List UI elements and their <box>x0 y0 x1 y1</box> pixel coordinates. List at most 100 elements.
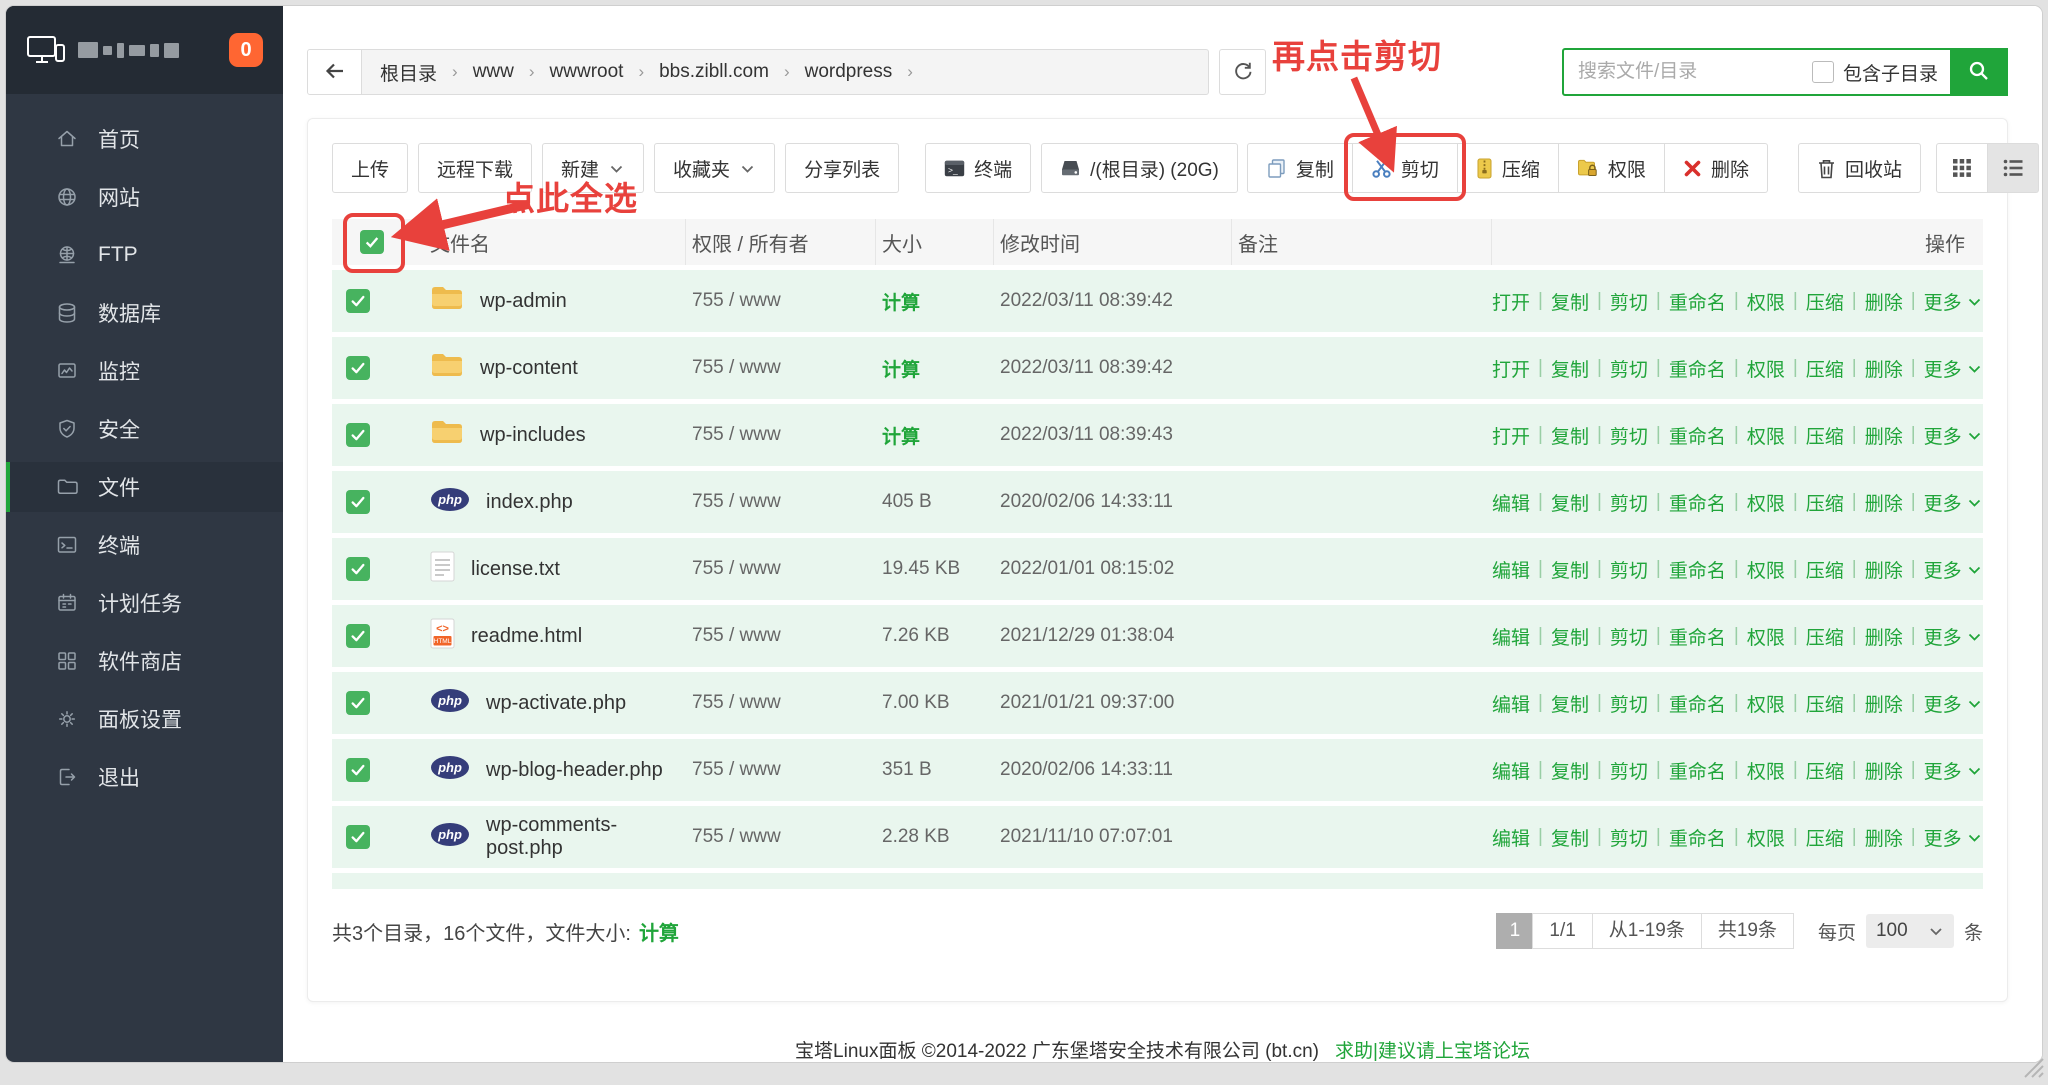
action-link[interactable]: 编辑 <box>1492 623 1530 650</box>
row-checkbox[interactable] <box>346 691 370 715</box>
view-grid-button[interactable] <box>1936 143 1988 193</box>
row-checkbox[interactable] <box>346 289 370 313</box>
action-link[interactable]: 剪切 <box>1610 623 1648 650</box>
action-link[interactable]: 压缩 <box>1806 824 1844 851</box>
action-link[interactable]: 复制 <box>1551 556 1589 583</box>
action-link[interactable]: 打开 <box>1492 422 1530 449</box>
action-link[interactable]: 剪切 <box>1610 690 1648 717</box>
copy-button[interactable]: 复制 <box>1247 143 1353 193</box>
action-link[interactable]: 删除 <box>1865 556 1903 583</box>
sidebar-item-database[interactable]: 数据库 <box>6 288 283 338</box>
action-link[interactable]: 权限 <box>1747 422 1785 449</box>
favorites-button[interactable]: 收藏夹 <box>654 143 775 193</box>
disk-button[interactable]: /(根目录) (20G) <box>1041 143 1238 193</box>
action-link[interactable]: 压缩 <box>1806 422 1844 449</box>
include-subdir-checkbox[interactable] <box>1812 61 1834 83</box>
row-checkbox[interactable] <box>346 825 370 849</box>
action-link[interactable]: 权限 <box>1747 355 1785 382</box>
action-link[interactable]: 压缩 <box>1806 757 1844 784</box>
action-link[interactable]: 重命名 <box>1669 355 1726 382</box>
action-link[interactable]: 复制 <box>1551 489 1589 516</box>
action-link[interactable]: 剪切 <box>1610 824 1648 851</box>
row-checkbox[interactable] <box>346 557 370 581</box>
action-link[interactable]: 权限 <box>1747 690 1785 717</box>
action-link[interactable]: 剪切 <box>1610 422 1648 449</box>
sidebar-item-terminal[interactable]: 终端 <box>6 520 283 570</box>
sidebar-item-home[interactable]: 首页 <box>6 114 283 164</box>
row-checkbox[interactable] <box>346 356 370 380</box>
action-link[interactable]: 删除 <box>1865 757 1903 784</box>
row-checkbox[interactable] <box>346 423 370 447</box>
file-name[interactable]: <>HTMLreadme.html <box>424 618 686 655</box>
permission-button[interactable]: 权限 <box>1558 143 1665 193</box>
action-link[interactable]: 编辑 <box>1492 824 1530 851</box>
search-button[interactable] <box>1950 48 2008 96</box>
recycle-bin-button[interactable]: 回收站 <box>1798 143 1921 193</box>
file-name[interactable]: wp-content <box>424 351 686 385</box>
action-link[interactable]: 压缩 <box>1806 690 1844 717</box>
action-link[interactable]: 剪切 <box>1610 757 1648 784</box>
action-link[interactable]: 复制 <box>1551 422 1589 449</box>
row-checkbox[interactable] <box>346 624 370 648</box>
more-actions-link[interactable]: 更多 <box>1924 355 1983 382</box>
share-list-button[interactable]: 分享列表 <box>785 143 899 193</box>
sidebar-item-monitor[interactable]: 监控 <box>6 346 283 396</box>
action-link[interactable]: 删除 <box>1865 355 1903 382</box>
action-link[interactable]: 权限 <box>1747 824 1785 851</box>
action-link[interactable]: 编辑 <box>1492 489 1530 516</box>
more-actions-link[interactable]: 更多 <box>1924 690 1983 717</box>
action-link[interactable]: 打开 <box>1492 288 1530 315</box>
file-name[interactable]: phpindex.php <box>424 487 686 518</box>
sidebar-item-logout[interactable]: 退出 <box>6 752 283 802</box>
more-actions-link[interactable]: 更多 <box>1924 824 1983 851</box>
calc-size-link[interactable]: 计算 <box>639 923 679 945</box>
action-link[interactable]: 重命名 <box>1669 556 1726 583</box>
action-link[interactable]: 删除 <box>1865 690 1903 717</box>
action-link[interactable]: 删除 <box>1865 489 1903 516</box>
action-link[interactable]: 打开 <box>1492 355 1530 382</box>
page-current[interactable]: 1 <box>1496 913 1533 949</box>
breadcrumb-item[interactable]: wwwroot <box>550 61 624 83</box>
view-list-button[interactable] <box>1987 143 2039 193</box>
action-link[interactable]: 复制 <box>1551 288 1589 315</box>
breadcrumb-item[interactable]: www <box>473 61 514 83</box>
more-actions-link[interactable]: 更多 <box>1924 288 1983 315</box>
file-name[interactable]: wp-includes <box>424 418 686 452</box>
forum-link[interactable]: 求助|建议请上宝塔论坛 <box>1335 1041 1530 1062</box>
row-checkbox[interactable] <box>346 490 370 514</box>
action-link[interactable]: 删除 <box>1865 422 1903 449</box>
breadcrumb-item[interactable]: 根目录 <box>380 59 437 86</box>
action-link[interactable]: 重命名 <box>1669 824 1726 851</box>
sidebar-item-site[interactable]: 网站 <box>6 172 283 222</box>
file-name[interactable]: phpwp-comments-post.php <box>424 814 686 860</box>
action-link[interactable]: 重命名 <box>1669 690 1726 717</box>
refresh-button[interactable] <box>1219 49 1266 95</box>
sidebar-item-settings[interactable]: 面板设置 <box>6 694 283 744</box>
action-link[interactable]: 删除 <box>1865 623 1903 650</box>
action-link[interactable]: 重命名 <box>1669 489 1726 516</box>
row-checkbox[interactable] <box>346 758 370 782</box>
action-link[interactable]: 剪切 <box>1610 556 1648 583</box>
file-name[interactable]: phpwp-activate.php <box>424 688 686 719</box>
upload-button[interactable]: 上传 <box>332 143 408 193</box>
sidebar-item-cron[interactable]: 计划任务 <box>6 578 283 628</box>
action-link[interactable]: 复制 <box>1551 824 1589 851</box>
action-link[interactable]: 压缩 <box>1806 355 1844 382</box>
file-name[interactable]: wp-admin <box>424 284 686 318</box>
breadcrumb-item[interactable]: wordpress <box>805 61 893 83</box>
sidebar-item-appstore[interactable]: 软件商店 <box>6 636 283 686</box>
action-link[interactable]: 复制 <box>1551 757 1589 784</box>
action-link[interactable]: 权限 <box>1747 489 1785 516</box>
action-link[interactable]: 压缩 <box>1806 489 1844 516</box>
action-link[interactable]: 压缩 <box>1806 556 1844 583</box>
action-link[interactable]: 重命名 <box>1669 288 1726 315</box>
action-link[interactable]: 压缩 <box>1806 623 1844 650</box>
calc-size-link[interactable]: 计算 <box>882 427 920 448</box>
action-link[interactable]: 编辑 <box>1492 556 1530 583</box>
action-link[interactable]: 删除 <box>1865 288 1903 315</box>
window-resize-handle[interactable] <box>2019 1057 2045 1084</box>
action-link[interactable]: 剪切 <box>1610 355 1648 382</box>
action-link[interactable]: 复制 <box>1551 623 1589 650</box>
action-link[interactable]: 删除 <box>1865 824 1903 851</box>
file-name[interactable]: phpwp-blog-header.php <box>424 755 686 786</box>
